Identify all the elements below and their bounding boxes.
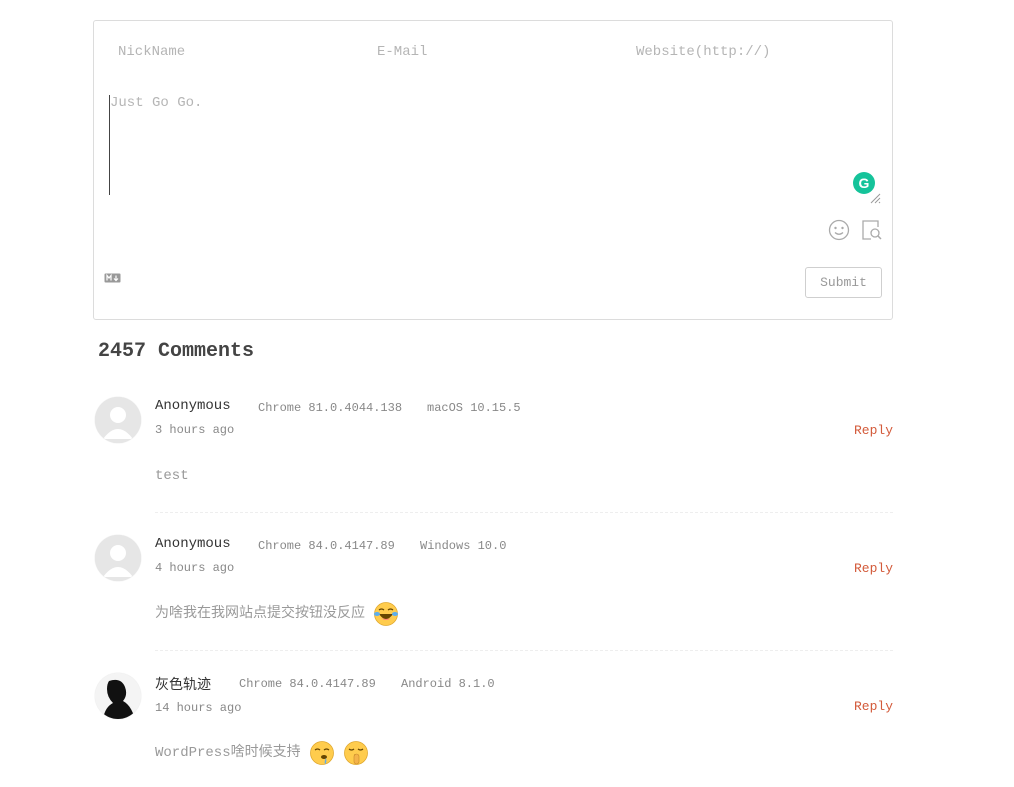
comment-author: Anonymous xyxy=(155,536,231,552)
comment-text: 为啥我在我网站点提交按钮没反应 xyxy=(155,606,365,622)
reply-link[interactable]: Reply xyxy=(854,423,893,438)
os-badge: Android 8.1.0 xyxy=(401,677,495,691)
comment-author: Anonymous xyxy=(155,398,231,414)
comment-time: 4 hours ago xyxy=(155,561,235,575)
resize-handle-icon[interactable] xyxy=(869,192,881,204)
reply-link[interactable]: Reply xyxy=(854,699,893,714)
default-avatar-icon xyxy=(95,397,141,443)
browser-badge: Chrome 81.0.4044.138 xyxy=(258,401,403,415)
comment-item: 灰色轨迹 Chrome 84.0.4147.89 Android 8.1.0 1… xyxy=(93,673,893,783)
browser-badge: Chrome 84.0.4147.89 xyxy=(258,539,395,553)
website-input[interactable] xyxy=(636,43,876,61)
comment-author: 灰色轨迹 xyxy=(155,678,211,694)
submit-button[interactable]: Submit xyxy=(805,267,882,298)
comment-editor: G Submit xyxy=(93,20,893,320)
comment-text: test xyxy=(155,468,189,484)
os-badge: macOS 10.15.5 xyxy=(427,401,521,415)
comment-time: 14 hours ago xyxy=(155,701,242,715)
comment-content: WordPress啥时候支持 xyxy=(155,740,369,766)
grammarly-icon[interactable]: G xyxy=(853,172,875,194)
preview-icon[interactable] xyxy=(861,219,883,241)
browser-badge: Chrome 84.0.4147.89 xyxy=(239,677,376,691)
os-badge: Windows 10.0 xyxy=(420,539,507,553)
nickname-input[interactable] xyxy=(118,43,348,61)
markdown-icon[interactable] xyxy=(104,273,121,283)
reply-link[interactable]: Reply xyxy=(854,561,893,576)
comment-item: Anonymous Chrome 81.0.4044.138 macOS 10.… xyxy=(93,397,893,517)
divider xyxy=(155,512,893,513)
comment-content: 为啥我在我网站点提交按钮没反应 xyxy=(155,601,399,627)
comment-time: 3 hours ago xyxy=(155,423,235,437)
laughing-crying-face-icon xyxy=(374,602,398,626)
comment-count-heading: 2457 Comments xyxy=(98,340,255,363)
comment-item: Anonymous Chrome 84.0.4147.89 Windows 10… xyxy=(93,535,893,655)
avatar xyxy=(95,397,141,443)
email-input[interactable] xyxy=(377,43,607,61)
drooling-face-icon xyxy=(309,741,334,765)
avatar xyxy=(95,535,141,581)
comment-text: WordPress啥时候支持 xyxy=(155,745,301,761)
shushing-face-icon xyxy=(343,741,368,765)
emoji-icon[interactable] xyxy=(828,219,850,241)
comment-textarea[interactable] xyxy=(109,95,880,195)
divider xyxy=(155,650,893,651)
default-avatar-icon xyxy=(95,535,141,581)
comment-content: test xyxy=(155,463,189,489)
silhouette-avatar-icon xyxy=(95,673,141,719)
avatar xyxy=(95,673,141,719)
